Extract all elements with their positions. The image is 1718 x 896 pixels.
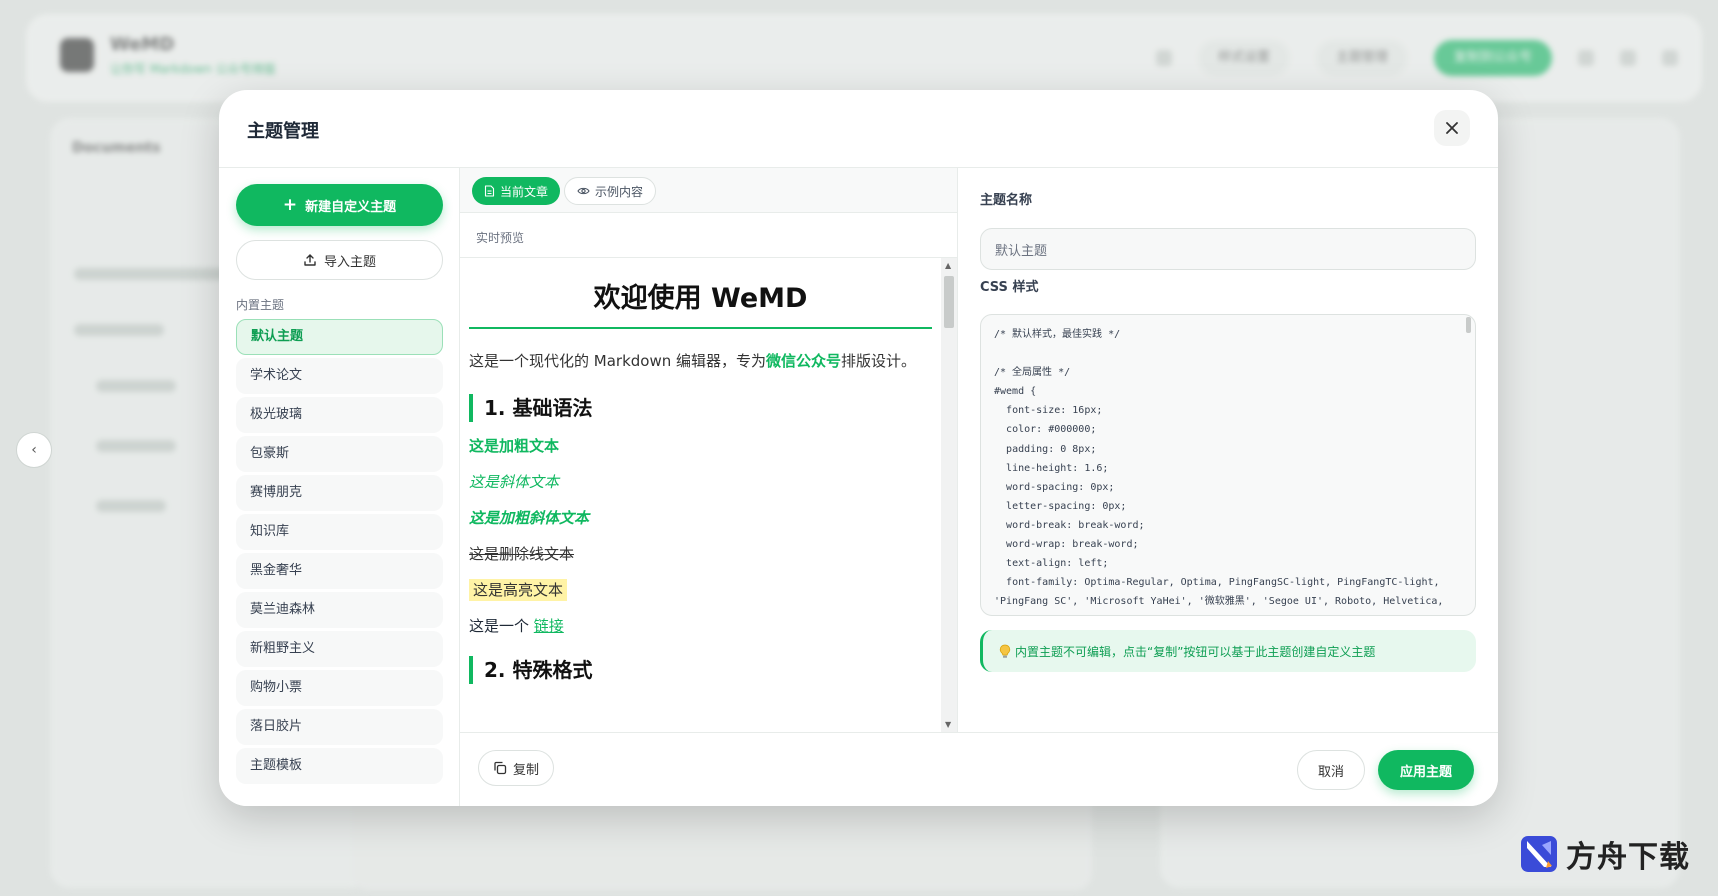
theme-item-academic[interactable]: 学术论文 <box>236 358 443 394</box>
bg-tree-line <box>96 440 176 452</box>
chevron-left-icon: ‹ <box>31 442 37 458</box>
theme-manager-modal: 主题管理 + 新建自定义主题 导入主题 内置主题 默认主题 学术论文 极光玻璃 … <box>219 90 1498 806</box>
bg-tree-line <box>96 380 176 392</box>
article-strikethrough: 这是删除线文本 <box>469 545 575 563</box>
eye-icon <box>577 187 590 195</box>
builtin-notice: 内置主题不可编辑，点击“复制”按钮可以基于此主题创建自定义主题 <box>980 630 1476 672</box>
theme-item-morandi-forest[interactable]: 莫兰迪森林 <box>236 592 443 628</box>
copy-icon <box>494 761 507 775</box>
plus-icon: + <box>282 195 298 215</box>
app-logo <box>60 38 94 72</box>
article-bold: 这是加粗文本 <box>469 437 560 455</box>
lightbulb-icon <box>999 644 1011 658</box>
theme-item-aurora-glass[interactable]: 极光玻璃 <box>236 397 443 433</box>
modal-footer-actions: 取消 应用主题 <box>957 732 1498 806</box>
tab-sample-content-label: 示例内容 <box>595 184 644 199</box>
scroll-thumb[interactable] <box>944 276 954 328</box>
bg-copy-button: 复制到公众号 <box>1433 40 1552 76</box>
bg-sidebar-title: Documents <box>72 140 161 156</box>
watermark-text: 方舟下载 <box>1566 840 1690 875</box>
intro-text-end: 排版设计。 <box>841 352 917 370</box>
app-title: WeMD <box>110 34 175 55</box>
theme-item-neo-brutalism[interactable]: 新粗野主义 <box>236 631 443 667</box>
article-h1: 欢迎使用 WeMD <box>469 276 932 329</box>
modal-header: 主题管理 <box>219 90 1498 168</box>
close-button[interactable] <box>1434 110 1470 146</box>
bg-style-button: 样式设置 <box>1197 40 1290 76</box>
theme-item-black-gold[interactable]: 黑金奢华 <box>236 553 443 589</box>
intro-text: 这是一个现代化的 Markdown 编辑器，专为 <box>469 352 766 370</box>
bg-icon <box>1155 50 1172 66</box>
theme-item-knowledge-base[interactable]: 知识库 <box>236 514 443 550</box>
tab-sample-content[interactable]: 示例内容 <box>564 177 657 205</box>
bg-tree-line <box>74 268 234 280</box>
theme-list-panel: + 新建自定义主题 导入主题 内置主题 默认主题 学术论文 极光玻璃 包豪斯 赛… <box>219 168 460 806</box>
scroll-down-icon: ▼ <box>945 720 952 729</box>
preview-pane: 当前文章 示例内容 实时预览 欢迎使用 WeMD 这是一个现代化的 Markdo… <box>460 168 957 732</box>
new-custom-theme-button[interactable]: + 新建自定义主题 <box>236 184 443 226</box>
article-highlight: 这是高亮文本 <box>469 579 568 601</box>
theme-item-default[interactable]: 默认主题 <box>236 319 443 355</box>
theme-editor-pane: 主题名称 CSS 样式 /* 默认样式，最佳实践 */ /* 全局属性 */ #… <box>957 168 1498 732</box>
app-subtitle: 让你写 Markdown 公众号排版 <box>110 62 276 76</box>
close-icon <box>1446 122 1458 134</box>
article-intro: 这是一个现代化的 Markdown 编辑器，专为微信公众号排版设计。 <box>469 347 932 376</box>
theme-item-sunset-film[interactable]: 落日胶片 <box>236 709 443 745</box>
cancel-button[interactable]: 取消 <box>1297 750 1365 790</box>
builtin-themes-label: 内置主题 <box>236 298 285 312</box>
intro-brand: 微信公众号 <box>766 352 842 370</box>
css-style-label: CSS 样式 <box>980 280 1039 295</box>
article-highlight-line: 这是高亮文本 <box>469 578 932 602</box>
document-icon <box>484 185 495 197</box>
css-scroll-thumb[interactable] <box>1466 317 1471 333</box>
import-theme-label: 导入主题 <box>323 254 376 270</box>
article-h2-special: 2. 特殊格式 <box>469 656 932 684</box>
theme-name-input[interactable] <box>980 228 1476 270</box>
copy-label: 复制 <box>512 762 539 778</box>
live-preview-label: 实时预览 <box>476 231 525 245</box>
css-code: /* 默认样式，最佳实践 */ /* 全局属性 */ #wemd { font-… <box>994 329 1444 608</box>
css-code-editor[interactable]: /* 默认样式，最佳实践 */ /* 全局属性 */ #wemd { font-… <box>980 314 1476 616</box>
import-theme-button[interactable]: 导入主题 <box>236 240 443 280</box>
article-bold-italic: 这是加粗斜体文本 <box>469 509 590 527</box>
watermark-icon <box>1521 836 1557 872</box>
theme-list: 默认主题 学术论文 极光玻璃 包豪斯 赛博朋克 知识库 黑金奢华 莫兰迪森林 新… <box>236 319 443 787</box>
bg-tree-line <box>74 324 164 336</box>
article-h2-basic: 1. 基础语法 <box>469 394 932 422</box>
scroll-up-icon: ▲ <box>945 261 952 270</box>
bg-icon <box>1662 50 1678 66</box>
new-custom-theme-label: 新建自定义主题 <box>305 199 397 215</box>
background-topbar: WeMD 让你写 Markdown 公众号排版 样式设置 主题管理 复制到公众号 <box>26 14 1702 102</box>
apply-theme-button[interactable]: 应用主题 <box>1378 750 1474 790</box>
notice-text: 内置主题不可编辑，点击“复制”按钮可以基于此主题创建自定义主题 <box>1015 644 1376 659</box>
theme-item-bauhaus[interactable]: 包豪斯 <box>236 436 443 472</box>
theme-item-shopping-receipt[interactable]: 购物小票 <box>236 670 443 706</box>
theme-name-label: 主题名称 <box>980 193 1033 208</box>
theme-item-template[interactable]: 主题模板 <box>236 748 443 784</box>
background-actions: 样式设置 主题管理 复制到公众号 <box>1155 40 1678 76</box>
preview-scrollbar[interactable]: ▲ ▼ <box>941 258 957 732</box>
copy-theme-button[interactable]: 复制 <box>478 750 554 786</box>
article-link-line: 这是一个 链接 <box>469 614 932 638</box>
preview-footer: 复制 <box>460 732 957 806</box>
theme-item-cyberpunk[interactable]: 赛博朋克 <box>236 475 443 511</box>
preview-article: 欢迎使用 WeMD 这是一个现代化的 Markdown 编辑器，专为微信公众号排… <box>460 258 941 732</box>
article-link[interactable]: 链接 <box>534 617 564 635</box>
preview-tab-bar: 当前文章 示例内容 <box>460 168 957 213</box>
collapse-sidebar-button[interactable]: ‹ <box>16 432 52 468</box>
bg-tree-line <box>96 500 166 512</box>
bg-icon <box>1620 50 1636 66</box>
link-prefix: 这是一个 <box>469 617 534 635</box>
bg-theme-button: 主题管理 <box>1315 40 1408 76</box>
article-italic: 这是斜体文本 <box>469 473 560 491</box>
bg-icon <box>1578 50 1594 66</box>
tab-current-article[interactable]: 当前文章 <box>472 177 561 205</box>
watermark-logo: 方舟下载 <box>1520 832 1690 876</box>
tab-current-article-label: 当前文章 <box>500 184 549 199</box>
modal-title: 主题管理 <box>247 121 319 142</box>
upload-icon <box>304 254 316 266</box>
